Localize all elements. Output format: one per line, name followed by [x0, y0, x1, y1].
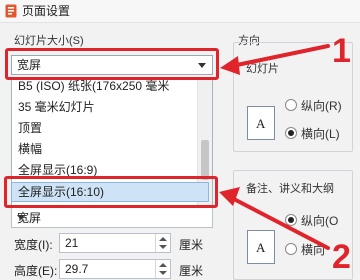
arrow-head-2 — [219, 187, 240, 206]
annotation-arrows — [219, 44, 330, 250]
arrow-line-2 — [228, 195, 330, 250]
annotation-badge-1: 1 — [332, 32, 351, 70]
arrow-line-1 — [230, 44, 330, 68]
annotation-badge-2: 2 — [332, 238, 351, 276]
arrow-head-1 — [220, 56, 240, 75]
